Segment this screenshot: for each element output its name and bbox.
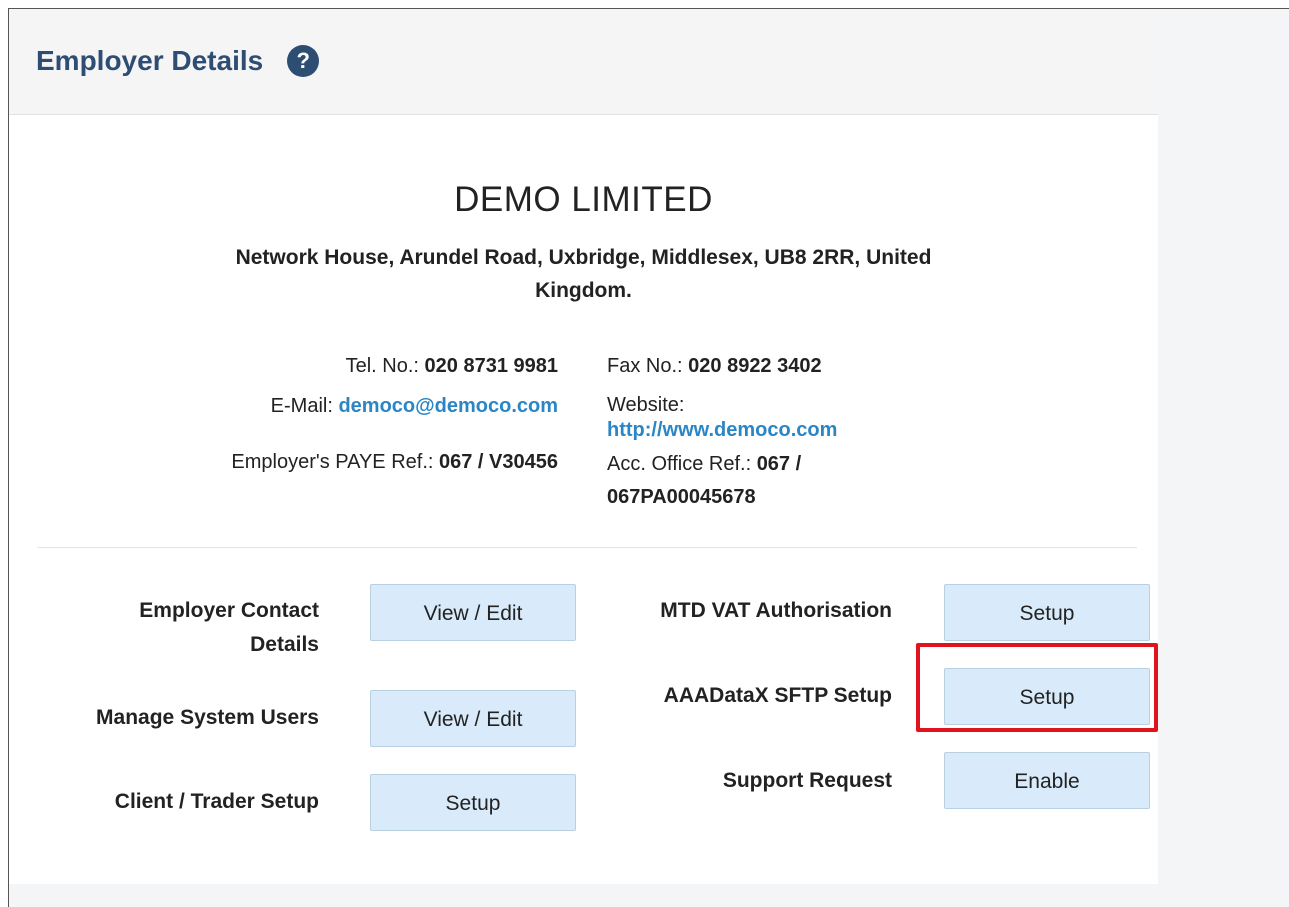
- section-divider: [37, 547, 1137, 548]
- email-row: E-Mail: democo@democo.com: [271, 392, 558, 420]
- client-trader-label: Client / Trader Setup: [114, 790, 319, 813]
- support-request-enable-button[interactable]: Enable: [944, 752, 1150, 809]
- manage-users-label: Manage System Users: [96, 706, 319, 729]
- aaadatax-label: AAADataX SFTP Setup: [663, 684, 892, 707]
- right-gutter: [1158, 9, 1289, 907]
- website-link[interactable]: http://www.democo.com: [607, 418, 837, 443]
- fax-row: Fax No.: 020 8922 3402: [607, 352, 822, 380]
- company-name: DEMO LIMITED: [454, 180, 713, 219]
- support-request-label: Support Request: [722, 769, 892, 792]
- employer-contact-label-line-1: Employer Contact: [139, 599, 319, 622]
- fax-label: Fax No.:: [607, 355, 689, 377]
- address-line-2: Kingdom.: [535, 279, 632, 302]
- employer-contact-view-edit-button[interactable]: View / Edit: [370, 584, 576, 641]
- email-label: E-Mail:: [270, 395, 339, 417]
- tel-value: 020 8731 9981: [424, 355, 558, 377]
- fax-value: 020 8922 3402: [688, 355, 822, 377]
- employer-details-panel: Employer Details ? DEMO LIMITED Network …: [9, 9, 1158, 884]
- help-icon[interactable]: ?: [287, 45, 320, 77]
- acc-office-row: Acc. Office Ref.: 067 / 067PA00045678: [607, 448, 801, 514]
- mtd-vat-label: MTD VAT Authorisation: [660, 599, 892, 622]
- paye-label: Employer's PAYE Ref.:: [231, 451, 439, 473]
- paye-value: 067 / V30456: [439, 451, 558, 473]
- panel-title-row: Employer Details ?: [36, 45, 320, 77]
- client-trader-setup-button[interactable]: Setup: [370, 774, 576, 831]
- panel-header: Employer Details ?: [9, 9, 1158, 115]
- tel-row: Tel. No.: 020 8731 9981: [346, 352, 558, 380]
- panel-footer-strip: [9, 884, 1158, 907]
- tel-label: Tel. No.:: [345, 355, 425, 377]
- website-label: Website:: [607, 394, 685, 416]
- employer-contact-label-line-2: Details: [250, 633, 319, 656]
- acc-office-label: Acc. Office Ref.:: [607, 453, 757, 475]
- manage-users-view-edit-button[interactable]: View / Edit: [370, 690, 576, 747]
- company-address: Network House, Arundel Road, Uxbridge, M…: [159, 241, 1008, 307]
- address-line-1: Network House, Arundel Road, Uxbridge, M…: [235, 246, 932, 269]
- employer-contact-label: Employer Contact Details: [139, 594, 319, 662]
- red-highlight-box: [916, 643, 1158, 732]
- acc-office-value-2: 067PA00045678: [607, 486, 756, 508]
- website-row: Website: http://www.democo.com: [607, 393, 837, 443]
- paye-row: Employer's PAYE Ref.: 067 / V30456: [231, 448, 558, 476]
- page-title: Employer Details: [36, 45, 264, 76]
- acc-office-value-1: 067 /: [756, 453, 802, 475]
- mtd-vat-setup-button[interactable]: Setup: [944, 584, 1150, 641]
- email-link[interactable]: democo@democo.com: [338, 395, 558, 417]
